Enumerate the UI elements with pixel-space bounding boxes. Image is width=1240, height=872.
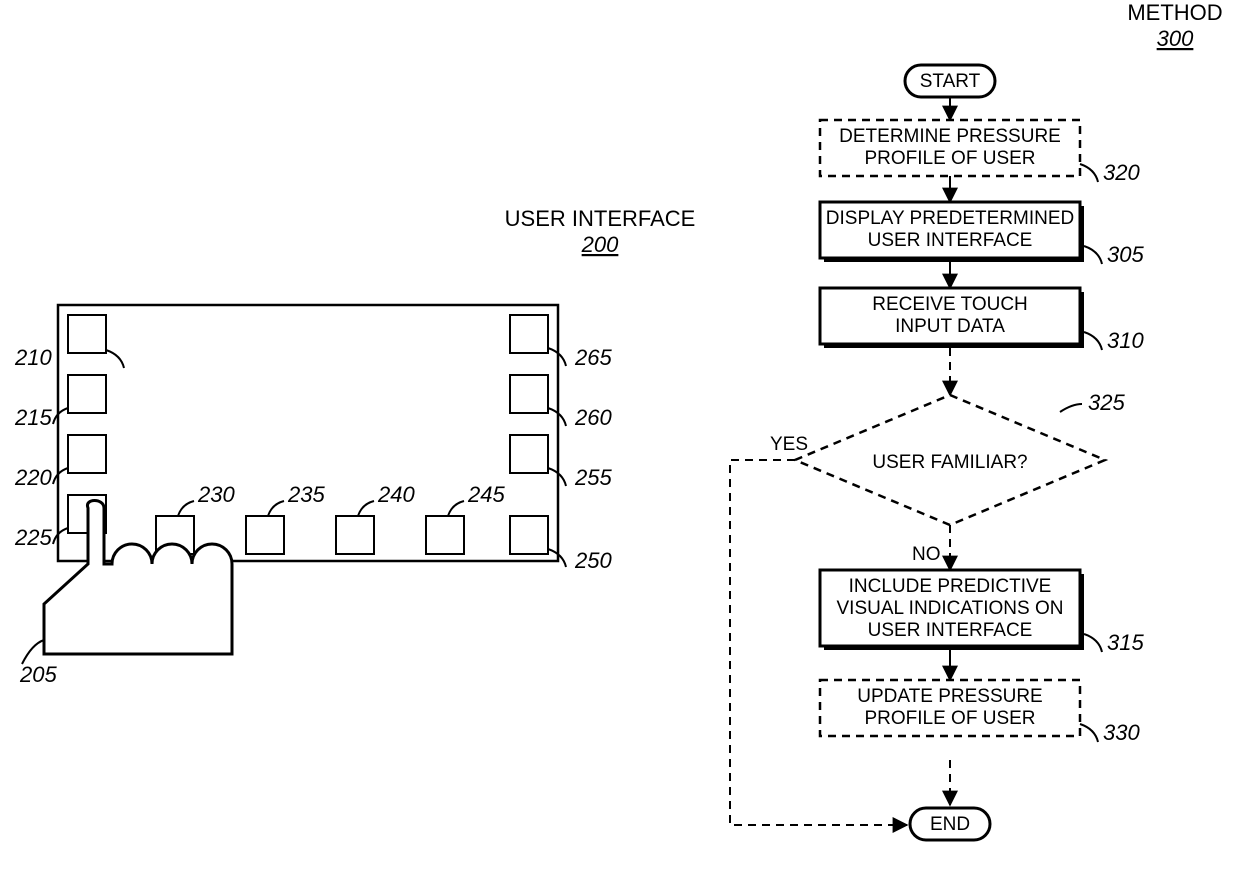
svg-text:USER INTERFACE: USER INTERFACE	[868, 620, 1033, 641]
ref-215: 215	[14, 405, 52, 430]
end-label: END	[930, 814, 970, 835]
ref-320: 320	[1103, 160, 1140, 185]
button-250: 250	[510, 516, 612, 573]
svg-text:USER INTERFACE: USER INTERFACE	[868, 230, 1033, 251]
method-title: METHOD	[1127, 0, 1222, 25]
ref-225: 225	[14, 525, 52, 550]
start-terminator: START	[905, 65, 995, 97]
button-215: 215	[0, 375, 106, 430]
button-255: 255	[510, 435, 612, 490]
ui-title: USER INTERFACE	[505, 206, 696, 231]
button-235: 235	[246, 482, 325, 554]
ref-330: 330	[1103, 720, 1140, 745]
ref-315: 315	[1107, 630, 1144, 655]
ref-240: 240	[377, 482, 415, 507]
step-330: UPDATE PRESSURE PROFILE OF USER 330	[820, 680, 1140, 745]
diagram-root: USER INTERFACE 200 210 215 220 225 230 2…	[0, 0, 1240, 872]
svg-text:VISUAL INDICATIONS ON: VISUAL INDICATIONS ON	[837, 598, 1064, 619]
decision-325: USER FAMILIAR? 325	[795, 390, 1125, 525]
method-flowchart: METHOD 300 START DETERMINE PRESSURE PROF…	[730, 0, 1223, 840]
no-label: NO	[912, 544, 941, 565]
user-interface-figure: USER INTERFACE 200 210 215 220 225 230 2…	[0, 206, 695, 687]
button-260: 260	[510, 375, 612, 430]
decision-325-text: USER FAMILIAR?	[872, 452, 1027, 473]
ref-310: 310	[1107, 328, 1144, 353]
ref-255: 255	[574, 465, 612, 490]
button-210: 210	[14, 315, 124, 370]
svg-text:INCLUDE PREDICTIVE: INCLUDE PREDICTIVE	[849, 576, 1052, 597]
button-240: 240	[336, 482, 415, 554]
screen-outline	[58, 305, 558, 561]
step-310: RECEIVE TOUCH INPUT DATA 310	[820, 288, 1144, 353]
ref-230: 230	[197, 482, 235, 507]
ref-325: 325	[1088, 390, 1125, 415]
ref-265: 265	[574, 345, 612, 370]
step-305: DISPLAY PREDETERMINED USER INTERFACE 305	[820, 202, 1144, 267]
end-terminator: END	[910, 808, 990, 840]
start-label: START	[920, 71, 981, 92]
step-320: DETERMINE PRESSURE PROFILE OF USER 320	[820, 120, 1140, 185]
ref-260: 260	[574, 405, 612, 430]
button-245: 245	[426, 482, 505, 554]
ref-210: 210	[14, 345, 52, 370]
svg-text:PROFILE OF USER: PROFILE OF USER	[864, 708, 1035, 729]
svg-text:DISPLAY PREDETERMINED: DISPLAY PREDETERMINED	[826, 208, 1074, 229]
button-220: 220	[14, 435, 106, 490]
ref-220: 220	[14, 465, 52, 490]
step-315: INCLUDE PREDICTIVE VISUAL INDICATIONS ON…	[820, 570, 1144, 655]
svg-text:RECEIVE TOUCH: RECEIVE TOUCH	[872, 294, 1028, 315]
ref-250: 250	[574, 548, 612, 573]
ref-305: 305	[1107, 242, 1144, 267]
yes-label: YES	[770, 434, 808, 455]
ref-235: 235	[287, 482, 325, 507]
method-title-ref: 300	[1157, 26, 1194, 51]
ui-title-ref: 200	[581, 232, 619, 257]
ref-245: 245	[467, 482, 505, 507]
svg-text:INPUT DATA: INPUT DATA	[895, 316, 1005, 337]
ref-205: 205	[19, 662, 57, 687]
svg-text:DETERMINE PRESSURE: DETERMINE PRESSURE	[839, 126, 1061, 147]
button-265: 265	[510, 315, 612, 370]
svg-text:UPDATE PRESSURE: UPDATE PRESSURE	[857, 686, 1042, 707]
svg-text:PROFILE OF USER: PROFILE OF USER	[864, 148, 1035, 169]
